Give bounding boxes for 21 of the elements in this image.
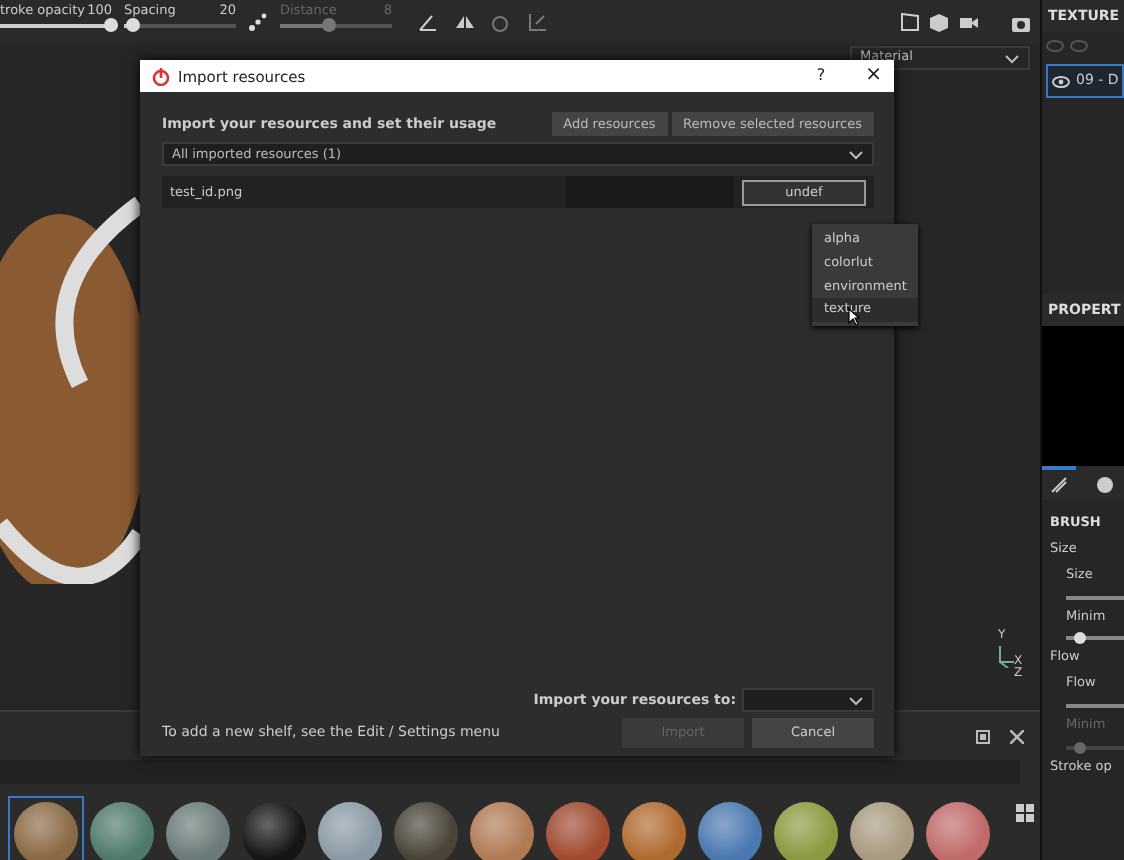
- chevron-down-icon: [848, 695, 864, 705]
- close-button[interactable]: ×: [865, 66, 882, 86]
- chevron-down-icon: [1004, 53, 1020, 63]
- brush-preview: [1042, 326, 1124, 467]
- cube-icon[interactable]: [928, 11, 950, 33]
- brush-icon: [1050, 476, 1068, 495]
- angle-icon[interactable]: [418, 11, 440, 33]
- grid-icon[interactable]: [1016, 804, 1034, 822]
- axis-lines-icon: [998, 644, 1014, 668]
- app-logo-icon: [152, 67, 170, 85]
- dots-icon[interactable]: [248, 12, 268, 32]
- sphere-icon: [1096, 476, 1114, 495]
- chevron-down-icon: [848, 149, 864, 160]
- help-button[interactable]: ?: [816, 64, 826, 88]
- restore-icon[interactable]: [976, 729, 990, 743]
- mirror-icon[interactable]: [454, 11, 476, 33]
- slider-thumb[interactable]: [103, 18, 118, 33]
- close-icon[interactable]: [1010, 729, 1024, 743]
- slider-thumb[interactable]: [1074, 632, 1087, 645]
- screen-icon[interactable]: [899, 11, 921, 33]
- slider-thumb[interactable]: [126, 18, 141, 33]
